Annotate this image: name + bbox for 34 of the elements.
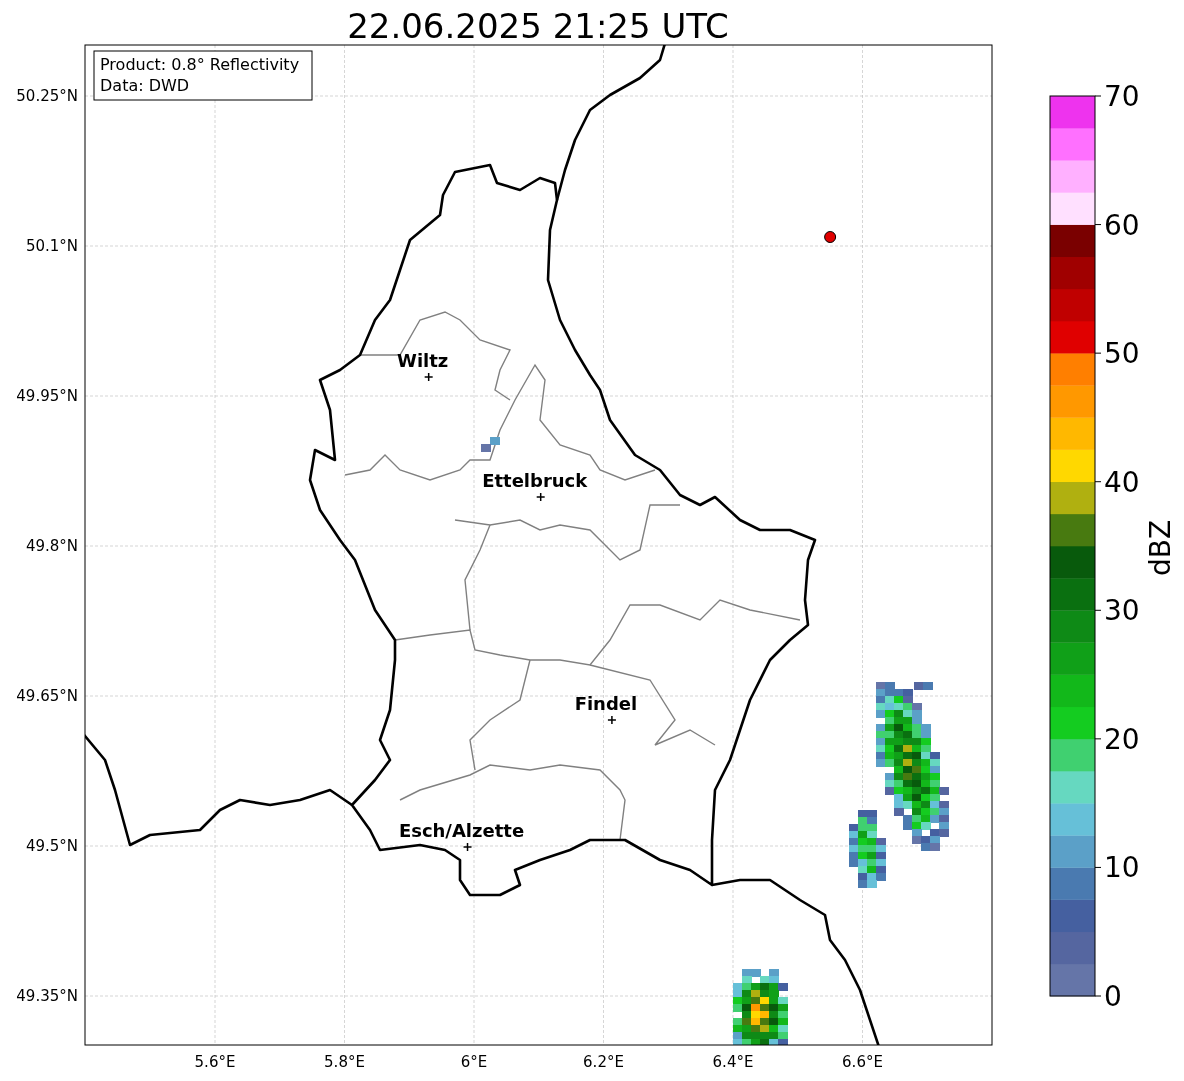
info-text: Product: 0.8° Reflectivity [100, 55, 300, 74]
axis-tick-label: 49.5°N [25, 837, 78, 855]
city-marker-icon [462, 842, 473, 852]
colorbar-tick-label: 0 [1104, 980, 1122, 1013]
axis-tick-label: 49.65°N [16, 687, 78, 705]
axis-tick-label: 5.8°E [324, 1053, 365, 1071]
city-label: Esch/Alzette [398, 820, 525, 841]
colorbar-tick-label: 40 [1104, 465, 1140, 499]
colorbar-tick-label: 50 [1104, 337, 1140, 371]
axis-tick-label: 49.35°N [16, 987, 78, 1005]
city-label: Findel [574, 693, 638, 714]
colorbar-tick-label: 30 [1104, 594, 1140, 628]
axis-tick-label: 49.95°N [16, 387, 78, 405]
location-dot-icon [824, 231, 837, 243]
colorbar-tick-label: 70 [1104, 80, 1140, 113]
city-marker-icon [423, 372, 434, 382]
city-marker-icon [535, 492, 546, 502]
axis-tick-label: 6.2°E [583, 1053, 624, 1071]
colorbar-label: dBZ [1144, 519, 1177, 577]
colorbar-tick-label: 60 [1104, 208, 1140, 242]
chart-title: 22.06.2025 21:25 UTC [347, 6, 729, 46]
city-marker-icon [607, 715, 617, 725]
colorbar-tick-label: 10 [1104, 851, 1140, 885]
axis-tick-label: 50.1°N [25, 237, 78, 255]
axis-tick-label: 6.4°E [712, 1053, 754, 1071]
info-text: Data: DWD [100, 76, 190, 95]
axis-tick-label: 6°E [460, 1053, 488, 1071]
axis-tick-label: 49.8°N [25, 537, 78, 555]
city-label: Ettelbruck [482, 470, 588, 491]
colorbar-tick-label: 20 [1104, 722, 1140, 756]
axis-tick-label: 5.6°E [194, 1053, 236, 1071]
axis-tick-label: 50.25°N [16, 87, 78, 105]
city-label: Wiltz [397, 350, 449, 371]
axis-tick-label: 6.6°E [842, 1053, 883, 1071]
